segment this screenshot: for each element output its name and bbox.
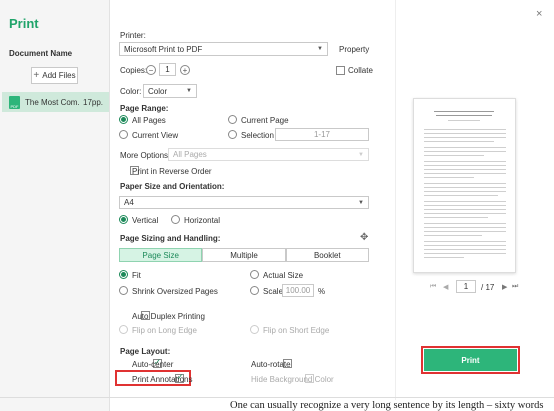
page-layout-heading: Page Layout: [120, 347, 171, 356]
pdf-file-icon: PDF [9, 95, 20, 109]
more-options-value: All Pages [173, 150, 207, 159]
add-files-button[interactable]: + Add Files [31, 67, 78, 84]
previous-page-icon[interactable]: ◀ [443, 283, 448, 291]
paper-size-select[interactable]: A4 ▼ [119, 196, 369, 209]
scale-value: 100.00 [285, 286, 311, 295]
scale-radio[interactable] [250, 286, 259, 295]
fit-label: Fit [132, 271, 141, 280]
chevron-down-icon: ▼ [186, 88, 192, 94]
page-total: / 17 [481, 283, 495, 292]
selection-radio[interactable] [228, 130, 237, 139]
flip-short-radio[interactable] [250, 325, 259, 334]
flip-long-radio[interactable] [119, 325, 128, 334]
selection-label: Selection [241, 131, 274, 140]
scale-label: Scale [263, 287, 284, 296]
actual-size-radio[interactable] [250, 270, 259, 279]
increase-copies-button[interactable]: + [180, 65, 190, 75]
printer-value: Microsoft Print to PDF [124, 44, 203, 54]
horizontal-radio[interactable] [171, 215, 180, 224]
decrease-copies-button[interactable]: − [146, 65, 156, 75]
dialog-bottom-border [0, 397, 554, 398]
vertical-radio[interactable] [119, 215, 128, 224]
flip-short-label: Flip on Short Edge [263, 326, 330, 335]
chevron-down-icon: ▼ [317, 46, 323, 52]
selection-range-value: 1-17 [313, 130, 330, 139]
auto-rotate-label: Auto-rotate [251, 360, 291, 369]
print-annotations-label: Print Annotations [132, 375, 193, 384]
auto-center-label: Auto-center [132, 360, 174, 369]
tab-multiple[interactable]: Multiple [202, 248, 286, 262]
last-page-icon[interactable]: ⏭ [512, 283, 518, 291]
paper-size-value: A4 [124, 198, 134, 207]
page-number-input[interactable]: 1 [456, 280, 476, 293]
sizing-tabs: Page Size Multiple Booklet [119, 248, 369, 262]
fit-radio[interactable] [119, 270, 128, 279]
shrink-radio[interactable] [119, 286, 128, 295]
current-view-radio[interactable] [119, 130, 128, 139]
close-icon[interactable]: × [536, 8, 542, 20]
shrink-label: Shrink Oversized Pages [132, 287, 218, 296]
page-preview [413, 98, 516, 273]
file-name: The Most Com... [25, 97, 80, 107]
current-view-label: Current View [132, 131, 179, 140]
page-sizing-heading: Page Sizing and Handling: [120, 234, 221, 243]
vertical-label: Vertical [132, 216, 159, 225]
scale-input[interactable]: 100.00 [282, 284, 314, 297]
actual-size-label: Actual Size [263, 271, 304, 280]
chevron-down-icon: ▼ [358, 151, 364, 158]
reverse-order-label: Print in Reverse Order [132, 167, 212, 176]
printer-label: Printer: [120, 31, 146, 40]
all-pages-radio[interactable] [119, 115, 128, 124]
all-pages-label: All Pages [132, 116, 166, 125]
copies-input[interactable]: 1 [159, 63, 176, 76]
chevron-down-icon: ▼ [358, 199, 364, 206]
property-link[interactable]: Property [339, 45, 369, 54]
plus-icon: + [33, 70, 40, 81]
file-list-item[interactable]: PDF The Most Com... 17pp. [2, 92, 109, 112]
current-page-label: Current Page [241, 116, 289, 125]
hide-background-label: Hide Background Color [251, 375, 334, 384]
percent-sign: % [318, 287, 326, 296]
copies-value: 1 [165, 65, 170, 74]
page-range-heading: Page Range: [120, 104, 169, 113]
tab-booklet[interactable]: Booklet [285, 248, 369, 262]
more-options-label: More Options: [120, 151, 171, 160]
divider [395, 0, 396, 400]
more-options-select[interactable]: All Pages ▼ [168, 148, 369, 161]
color-label: Color: [120, 87, 142, 96]
add-files-label: Add Files [42, 71, 76, 80]
flip-long-label: Flip on Long Edge [132, 326, 197, 335]
current-page-radio[interactable] [228, 115, 237, 124]
next-page-icon[interactable]: ▶ [502, 283, 507, 291]
move-icon[interactable]: ✥ [360, 232, 368, 243]
file-pages: 17pp. [83, 97, 104, 107]
first-page-icon[interactable]: ⏮ [430, 283, 436, 291]
tab-page-size[interactable]: Page Size [119, 248, 203, 262]
collate-label: Collate [348, 66, 373, 75]
dialog-title: Print [9, 16, 39, 31]
page-number-value: 1 [463, 282, 469, 291]
duplex-label: Auto Duplex Printing [132, 312, 205, 321]
print-button[interactable]: Print [424, 349, 517, 371]
paper-size-heading: Paper Size and Orientation: [120, 182, 225, 191]
document-name-heading: Document Name [9, 49, 73, 58]
document-panel [0, 0, 110, 411]
background-document-text: One can usually recognize a very long se… [230, 400, 544, 411]
selection-range-input[interactable]: 1-17 [275, 128, 369, 141]
horizontal-label: Horizontal [184, 216, 221, 225]
color-value: Color [148, 86, 168, 96]
copies-label: Copies: [120, 66, 148, 75]
collate-checkbox[interactable] [336, 66, 345, 75]
printer-select[interactable]: Microsoft Print to PDF ▼ [119, 42, 328, 56]
color-select[interactable]: Color ▼ [143, 84, 197, 98]
